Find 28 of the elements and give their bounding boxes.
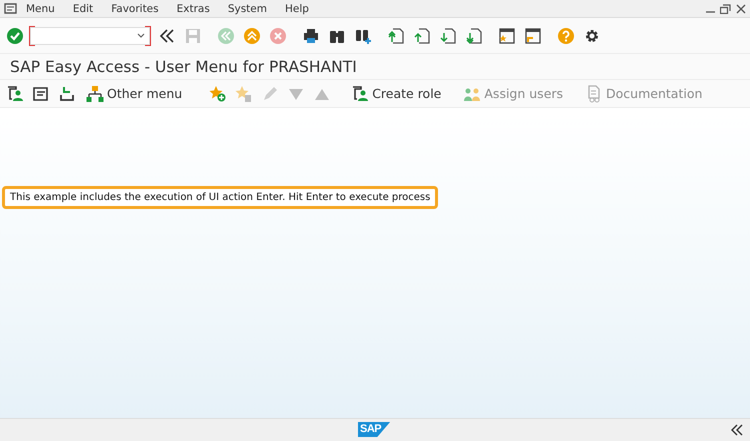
- user-menu-icon[interactable]: [5, 84, 25, 104]
- menu-item[interactable]: Edit: [64, 2, 102, 14]
- hint-callout: This example includes the execution of UI action Enter. Hit Enter to execute process: [2, 186, 438, 209]
- hierarchy-icon: [86, 84, 104, 102]
- add-favorite-icon[interactable]: [208, 84, 228, 104]
- menu-item[interactable]: Menu: [17, 2, 64, 14]
- menu-item[interactable]: Favorites: [102, 2, 168, 14]
- window-star-icon[interactable]: [497, 26, 517, 46]
- page-up-icon[interactable]: [386, 26, 406, 46]
- double-chevron-icon[interactable]: [730, 424, 744, 436]
- logo: SAP: [358, 422, 390, 437]
- page-down-icon[interactable]: [464, 26, 484, 46]
- user-menu-icon: [351, 84, 370, 102]
- window-arrow-icon[interactable]: [523, 26, 543, 46]
- enter-button[interactable]: [5, 26, 25, 46]
- toolbar-button[interactable]: Create role: [347, 84, 446, 102]
- menu-item[interactable]: System: [218, 2, 276, 14]
- close-icon[interactable]: [736, 4, 746, 14]
- page-up-icon[interactable]: [412, 26, 432, 46]
- screen-title: SAP Easy Access - User Menu for PRASHANTI: [0, 54, 750, 80]
- menu-icon[interactable]: [4, 3, 17, 14]
- command-field[interactable]: [30, 26, 150, 44]
- menu-item[interactable]: Extras: [168, 2, 219, 14]
- dropdown-icon[interactable]: [137, 33, 145, 38]
- menu-item[interactable]: Help: [276, 2, 318, 14]
- toolbar-button[interactable]: Other menu: [82, 84, 186, 102]
- restore-icon[interactable]: [720, 4, 731, 14]
- page-down-icon[interactable]: [438, 26, 458, 46]
